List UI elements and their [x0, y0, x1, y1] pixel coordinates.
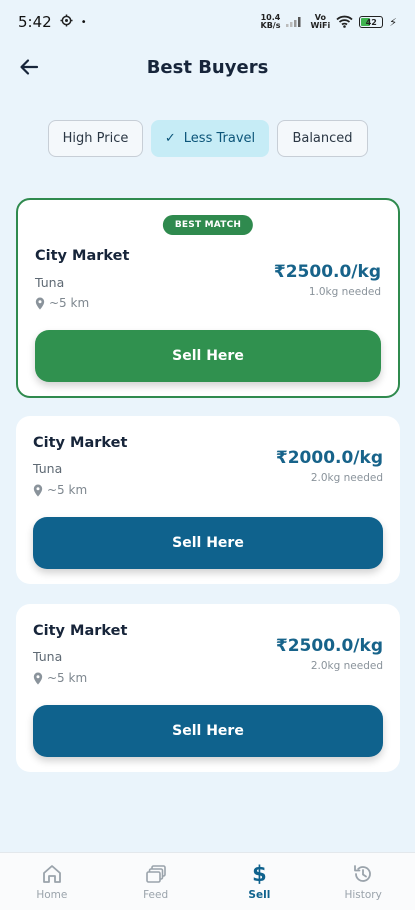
filter-balanced[interactable]: Balanced [277, 120, 368, 157]
buyer-distance: ~5 km [33, 483, 87, 497]
settings-status-icon [60, 13, 73, 31]
buyer-name: City Market [33, 435, 128, 451]
quantity-needed: 1.0kg needed [308, 286, 381, 298]
location-pin-icon [35, 297, 45, 309]
fish-type: Tuna [33, 461, 63, 476]
signal-icon [286, 15, 304, 29]
vowifi-label: Vo WiFi [310, 13, 331, 30]
fish-type: Tuna [33, 649, 63, 664]
buyer-card: City Market Tuna ~5 km ₹2500.0/kg 2.0kg … [16, 604, 400, 772]
sort-filters: High Price ✓ Less Travel Balanced [48, 120, 368, 157]
app-header: Best Buyers [0, 44, 415, 90]
buyer-distance: ~5 km [33, 671, 87, 685]
status-time: 5:42 [18, 13, 52, 31]
dollar-icon: $ [252, 862, 267, 886]
buyer-card: City Market Tuna ~5 km ₹2000.0/kg 2.0kg … [16, 416, 400, 584]
quantity-needed: 2.0kg needed [310, 472, 383, 484]
dot-icon: • [80, 16, 87, 28]
nav-history[interactable]: History [311, 853, 415, 910]
wifi-icon [336, 15, 353, 30]
buyer-card: BEST MATCH City Market Tuna ~5 km ₹2500.… [16, 198, 400, 398]
location-pin-icon [33, 672, 43, 684]
battery-icon: 42 [359, 16, 384, 28]
filter-high-price[interactable]: High Price [48, 120, 143, 157]
check-icon: ✓ [164, 131, 176, 146]
bottom-nav: Home Feed $ Sell History [0, 852, 415, 910]
feed-icon [145, 865, 166, 883]
buyer-name: City Market [33, 623, 128, 639]
charging-icon: ⚡ [389, 15, 397, 29]
buyer-name: City Market [35, 248, 130, 264]
filter-less-travel[interactable]: ✓ Less Travel [151, 120, 269, 157]
buyer-price: ₹2500.0/kg [275, 636, 383, 656]
arrow-left-icon [20, 59, 39, 75]
sell-here-button[interactable]: Sell Here [35, 330, 381, 382]
nav-home[interactable]: Home [0, 853, 104, 910]
nav-sell[interactable]: $ Sell [208, 853, 312, 910]
home-icon [42, 865, 61, 883]
nav-feed[interactable]: Feed [104, 853, 208, 910]
back-button[interactable] [14, 52, 44, 82]
best-match-badge: BEST MATCH [162, 215, 254, 235]
history-icon [354, 865, 371, 882]
buyer-price: ₹2500.0/kg [273, 262, 381, 282]
sell-here-button[interactable]: Sell Here [33, 705, 383, 757]
status-bar: 5:42 • 10.4 KB/s Vo WiFi 42 ⚡ [0, 0, 415, 44]
quantity-needed: 2.0kg needed [310, 660, 383, 672]
location-pin-icon [33, 484, 43, 496]
page-title: Best Buyers [146, 56, 269, 78]
fish-type: Tuna [35, 275, 65, 290]
buyer-distance: ~5 km [35, 296, 89, 310]
net-speed: 10.4 KB/s [260, 13, 281, 30]
buyer-price: ₹2000.0/kg [275, 448, 383, 468]
sell-here-button[interactable]: Sell Here [33, 517, 383, 569]
